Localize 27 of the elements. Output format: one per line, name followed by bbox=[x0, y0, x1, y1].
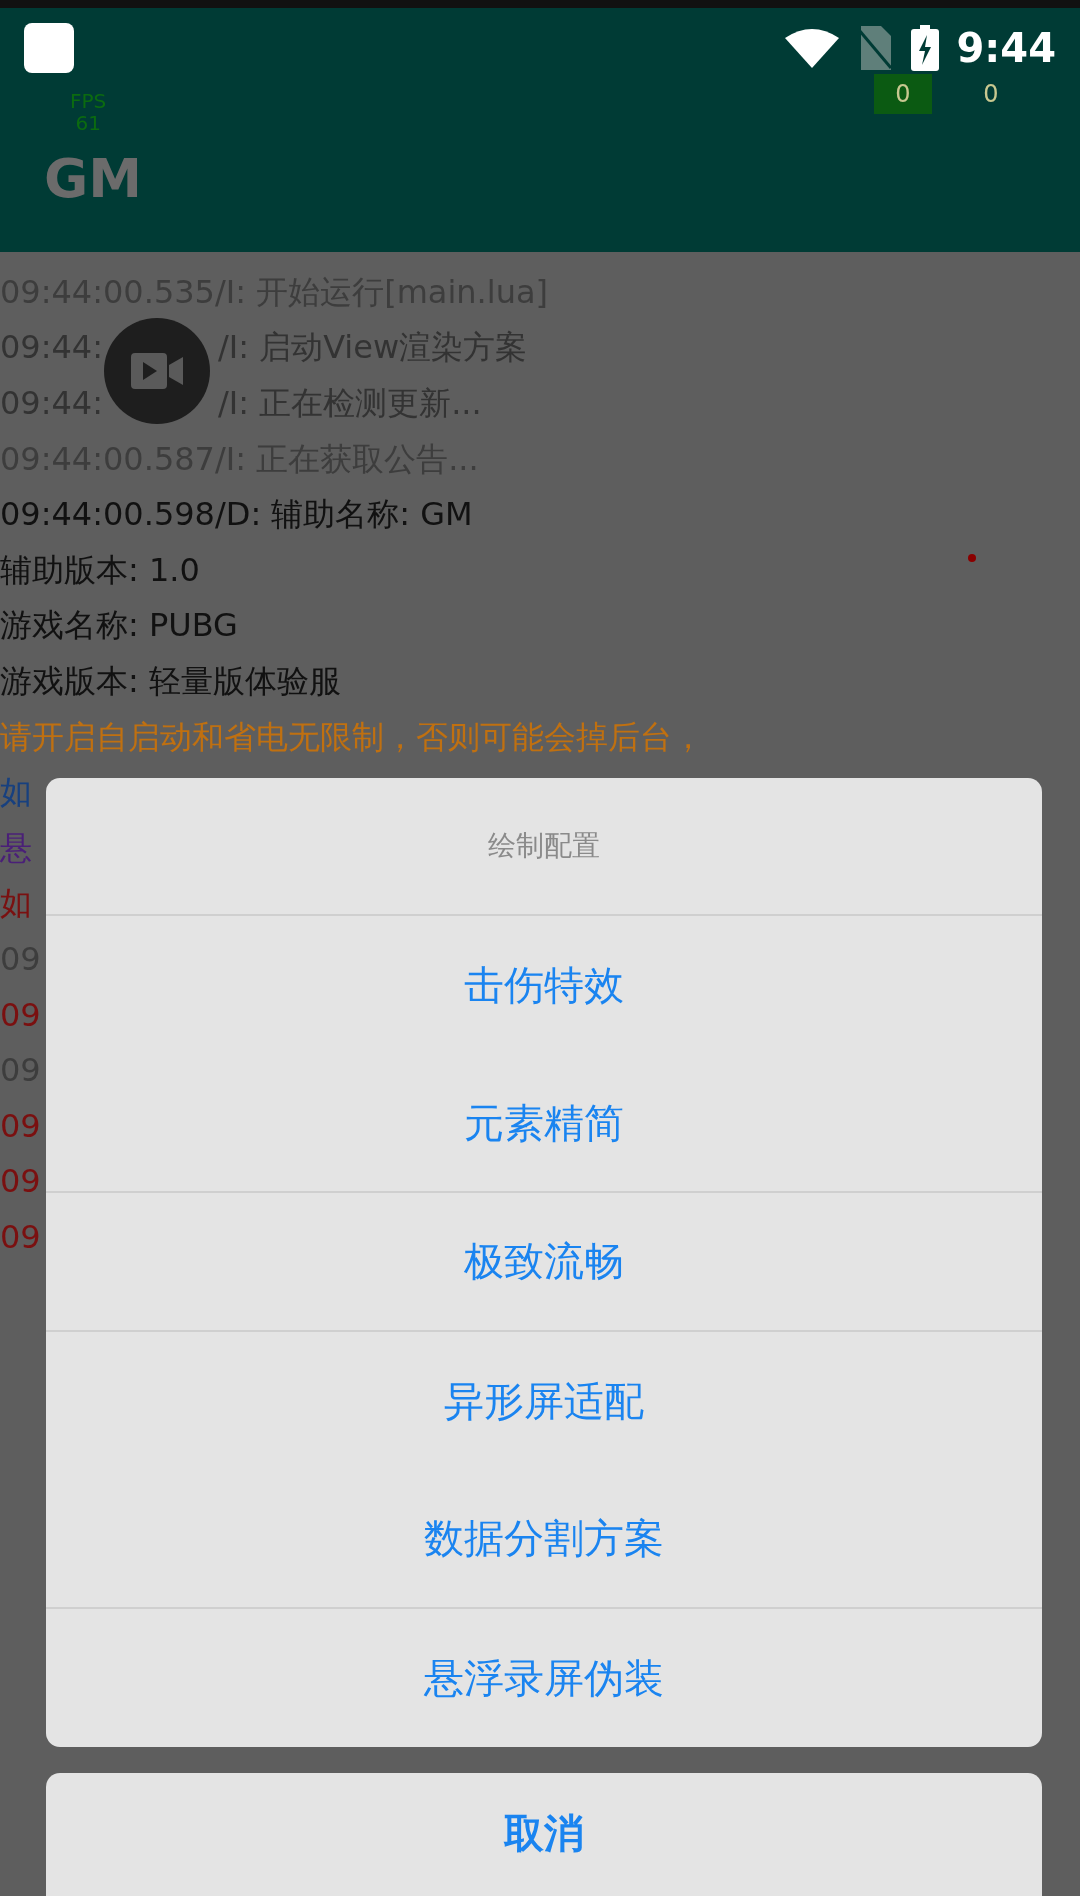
menu-item[interactable]: 数据分割方案 bbox=[46, 1470, 1042, 1609]
menu-item[interactable]: 悬浮录屏伪装 bbox=[46, 1608, 1042, 1747]
wifi-icon bbox=[784, 28, 839, 68]
video-camera-icon bbox=[131, 353, 183, 389]
log-line: 09 bbox=[0, 1105, 41, 1147]
log-line: 如 bbox=[0, 772, 32, 814]
log-line: 悬 bbox=[0, 827, 32, 869]
menu-item[interactable]: 元素精简 bbox=[46, 1054, 1042, 1193]
log-line: 游戏名称: PUBG bbox=[0, 605, 238, 647]
dialog-title: 绘制配置 bbox=[488, 828, 600, 864]
battery-charging-icon bbox=[910, 25, 939, 71]
log-line: 如 bbox=[0, 883, 32, 925]
notification-icon bbox=[24, 23, 74, 73]
clock: 9:44 bbox=[956, 24, 1056, 73]
menu-item[interactable]: 极致流畅 bbox=[46, 1193, 1042, 1332]
cancel-button[interactable]: 取消 bbox=[46, 1773, 1042, 1896]
app-title: GM bbox=[44, 146, 143, 212]
log-line: 辅助版本: 1.0 bbox=[0, 549, 200, 591]
log-line: 09 bbox=[0, 1161, 41, 1203]
log-line: 请开启自启动和省电无限制，否则可能会掉后台， bbox=[0, 716, 704, 758]
menu-item[interactable]: 异形屏适配 bbox=[46, 1331, 1042, 1470]
counter: 0 bbox=[874, 74, 932, 114]
log-line: 09 bbox=[0, 1216, 41, 1258]
menu-item[interactable]: 击伤特效 bbox=[46, 916, 1042, 1055]
log-line: 09:44:00.598/D: 辅助名称: GM bbox=[0, 494, 473, 536]
log-line: 09 bbox=[0, 994, 41, 1036]
log-line: 游戏版本: 轻量版体验服 bbox=[0, 660, 341, 702]
